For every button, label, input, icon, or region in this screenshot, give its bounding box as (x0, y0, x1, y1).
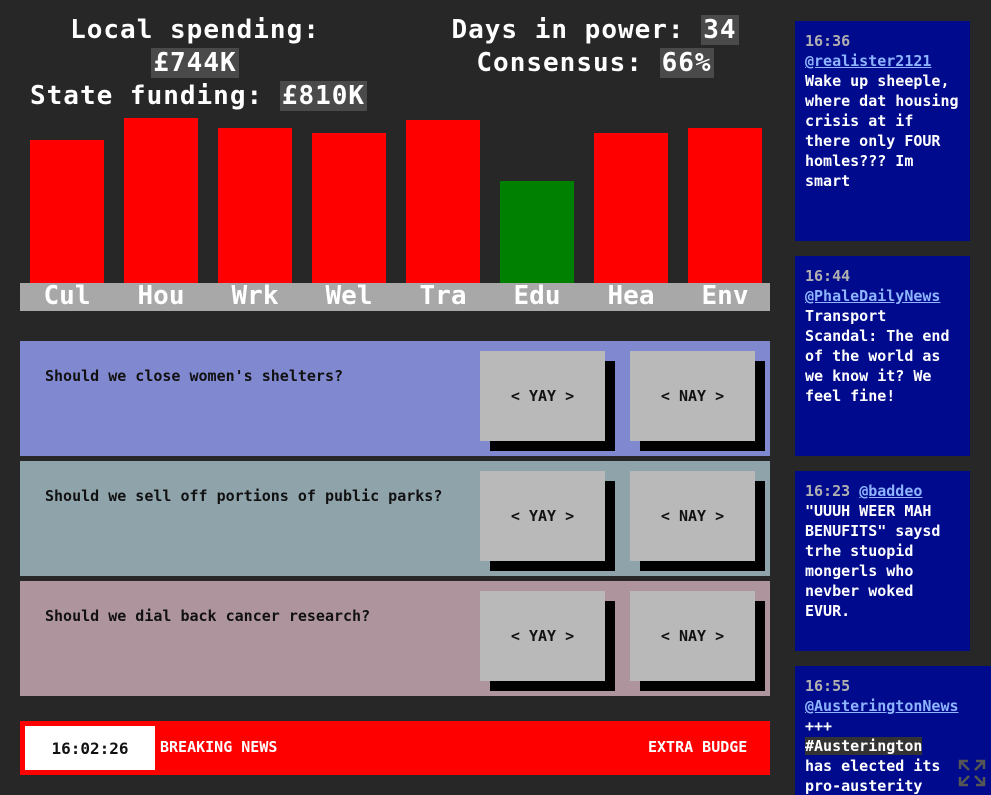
post-user-link[interactable]: @PhaleDailyNews (805, 286, 960, 306)
feed-post: 16:23 @baddeo "UUUH WEER MAH BENUFITS" s… (795, 471, 970, 651)
days-in-power-label: Days in power: (451, 15, 685, 45)
social-feed[interactable]: 16:36 @realister2121 Wake up sheeple, wh… (795, 21, 991, 795)
nay-button[interactable]: < NAY > (630, 471, 755, 561)
local-spending-label: Local spending: (70, 15, 320, 45)
category-label: Cul (43, 281, 91, 311)
state-funding-label: State funding: (30, 81, 264, 111)
post-time: 16:36 (805, 32, 851, 50)
post-user-link[interactable]: @AusteringtonNews (805, 696, 981, 716)
local-spending-value: £744K (151, 48, 239, 78)
ticker-headline: BREAKING NEWS (160, 738, 278, 756)
category-label: Wel (325, 281, 373, 311)
feed-post: 16:44 @PhaleDailyNews Transport Scandal:… (795, 256, 970, 456)
post-body: Wake up sheeple, where dat housing crisi… (805, 72, 959, 190)
policy-question: Should we close women's shelters? (45, 367, 344, 385)
state-funding-value: £810K (279, 81, 368, 111)
feed-post: 16:36 @realister2121 Wake up sheeple, wh… (795, 21, 970, 241)
policy-question: Should we sell off portions of public pa… (45, 487, 443, 505)
category-label: Env (701, 281, 749, 311)
policy-question: Should we dial back cancer research? (45, 607, 371, 625)
spending-bar-chart: Cul Hou Wrk Wel Tra Edu Hea Env (20, 118, 770, 311)
post-time: 16:23 (805, 482, 851, 500)
policy-card: Should we sell off portions of public pa… (20, 461, 770, 576)
bar-cul (30, 140, 104, 283)
category-label: Hea (607, 281, 655, 311)
bar-wrk (218, 128, 292, 283)
bar-edu (500, 181, 574, 283)
category-label: Wrk (231, 281, 279, 311)
post-body: has elected its pro-austerity (805, 757, 941, 795)
local-spending-stat: Local spending: £744K (20, 14, 370, 80)
policy-card: Should we dial back cancer research? < Y… (20, 581, 770, 696)
post-body: Transport Scandal: The end of the world … (805, 307, 950, 405)
bar-env (688, 128, 762, 283)
nay-button[interactable]: < NAY > (630, 591, 755, 681)
ticker-clock: 16:02:26 (25, 726, 155, 770)
post-time: 16:55 (805, 677, 851, 695)
bar-tra (406, 120, 480, 283)
post-user-link[interactable]: @baddeo (859, 482, 922, 500)
bar-hea (594, 133, 668, 283)
category-label: Edu (513, 281, 561, 311)
post-time: 16:44 (805, 267, 851, 285)
post-body-prefix: +++ (805, 717, 833, 735)
nay-button[interactable]: < NAY > (630, 351, 755, 441)
bar-wel (312, 133, 386, 283)
days-consensus-stat: Days in power: 34 Consensus: 66% (440, 14, 750, 80)
category-label: Tra (419, 281, 467, 311)
news-ticker: 16:02:26 BREAKING NEWS EXTRA BUDGE (20, 721, 770, 775)
state-funding-stat: State funding: £810K (30, 80, 368, 113)
post-hashtag[interactable]: #Austerington (805, 737, 923, 755)
days-in-power-value: 34 (701, 15, 739, 45)
yay-button[interactable]: < YAY > (480, 591, 605, 681)
policy-card: Should we close women's shelters? < YAY … (20, 341, 770, 456)
category-label: Hou (137, 281, 185, 311)
ticker-headline: EXTRA BUDGE (648, 738, 748, 756)
post-user-link[interactable]: @realister2121 (805, 51, 960, 71)
bar-hou (124, 118, 198, 283)
expand-icon[interactable] (957, 758, 987, 788)
yay-button[interactable]: < YAY > (480, 471, 605, 561)
consensus-value: 66% (659, 48, 714, 78)
post-body: "UUUH WEER MAH BENUFITS" saysd trhe stuo… (805, 502, 941, 620)
yay-button[interactable]: < YAY > (480, 351, 605, 441)
consensus-label: Consensus: (476, 48, 643, 78)
